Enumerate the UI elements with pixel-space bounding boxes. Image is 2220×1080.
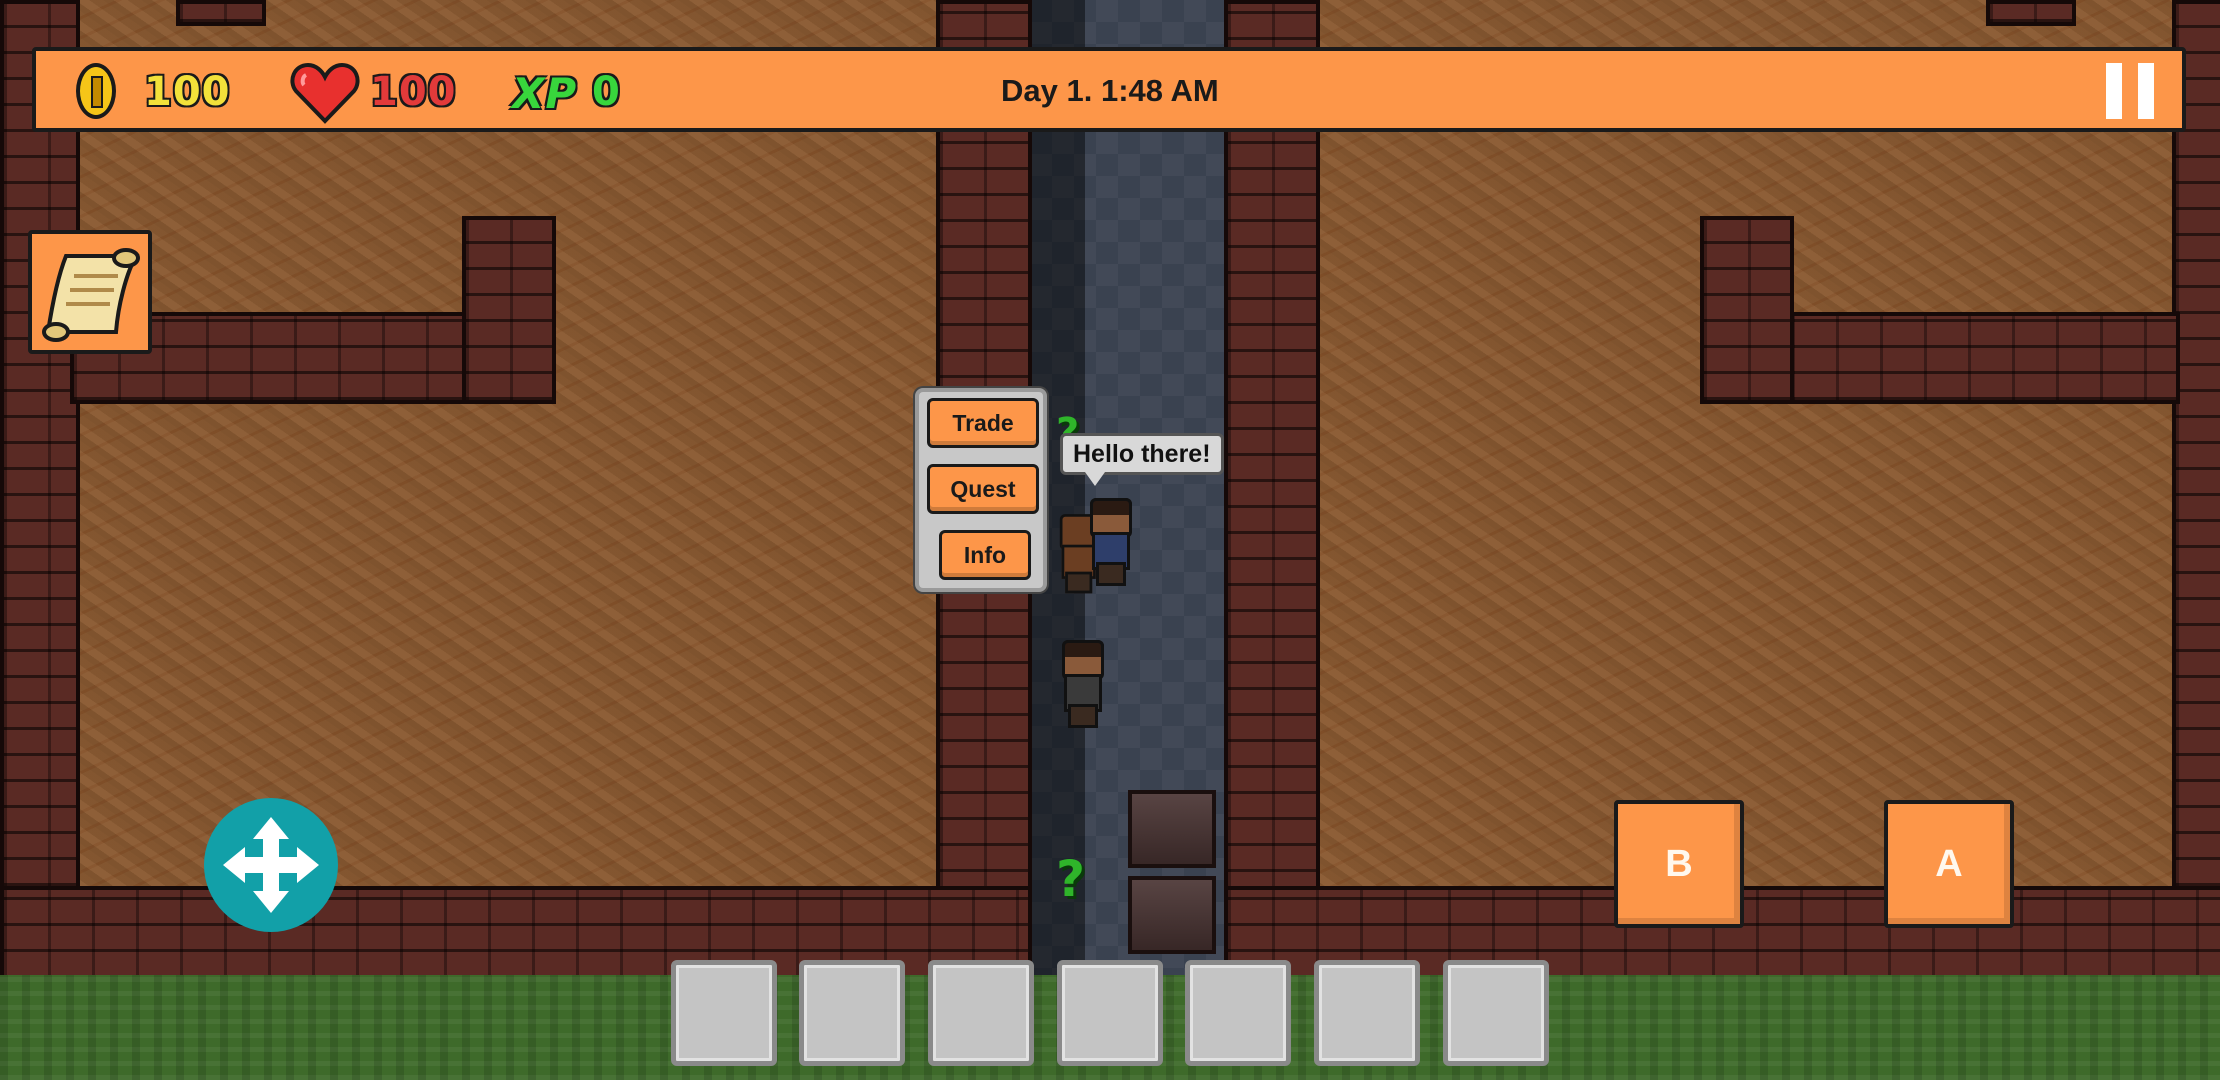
left-room-floor <box>70 0 940 890</box>
a-action-button[interactable]: A <box>1884 800 2014 928</box>
xp-label: XP <box>512 69 578 118</box>
right-corridor-wall <box>1224 0 1320 980</box>
inventory-slot-5[interactable] <box>1185 960 1291 1066</box>
npc-interaction-menu: Trade Quest Info <box>915 388 1047 592</box>
inventory-slot-6[interactable] <box>1314 960 1420 1066</box>
heart-icon <box>290 62 360 124</box>
movement-joystick[interactable] <box>204 798 338 932</box>
crate-upper <box>1128 790 1216 868</box>
pause-icon <box>2106 63 2122 119</box>
left-inner-wall-v <box>462 216 556 404</box>
top-wall-left-block <box>176 0 266 26</box>
right-outer-wall <box>2172 0 2220 890</box>
top-wall-right-block <box>1986 0 2076 26</box>
trade-button[interactable]: Trade <box>927 398 1039 448</box>
info-button[interactable]: Info <box>939 530 1031 580</box>
quest-npc-character[interactable] <box>1082 498 1134 586</box>
inventory-slot-4[interactable] <box>1057 960 1163 1066</box>
right-inner-wall-v <box>1700 216 1794 404</box>
inventory-slot-2[interactable] <box>799 960 905 1066</box>
scroll-icon <box>42 248 140 342</box>
xp-count: 0 <box>592 69 621 115</box>
inventory-slot-1[interactable] <box>671 960 777 1066</box>
player-character <box>1054 640 1106 728</box>
b-action-button[interactable]: B <box>1614 800 1744 928</box>
right-room-floor <box>1320 0 2180 890</box>
crate-lower <box>1128 876 1216 954</box>
quest-log-button[interactable] <box>28 230 152 354</box>
quest-marker-icon: ? <box>1056 850 1086 908</box>
move-arrows-icon <box>223 817 319 913</box>
inventory-slot-7[interactable] <box>1443 960 1549 1066</box>
top-status-bar: 100 100 XP 0 Day 1. 1:48 AM <box>32 47 2186 132</box>
quest-button[interactable]: Quest <box>927 464 1039 514</box>
health-count: 100 <box>370 69 457 115</box>
coin-count: 100 <box>144 69 231 115</box>
left-outer-wall <box>0 0 80 890</box>
pause-button[interactable] <box>2106 63 2160 119</box>
day-time-clock: Day 1. 1:48 AM <box>1001 73 1219 108</box>
npc-speech-bubble: Hello there! <box>1060 433 1224 486</box>
pause-icon-bar <box>2138 63 2154 119</box>
coin-icon <box>76 63 116 119</box>
inventory-slot-3[interactable] <box>928 960 1034 1066</box>
